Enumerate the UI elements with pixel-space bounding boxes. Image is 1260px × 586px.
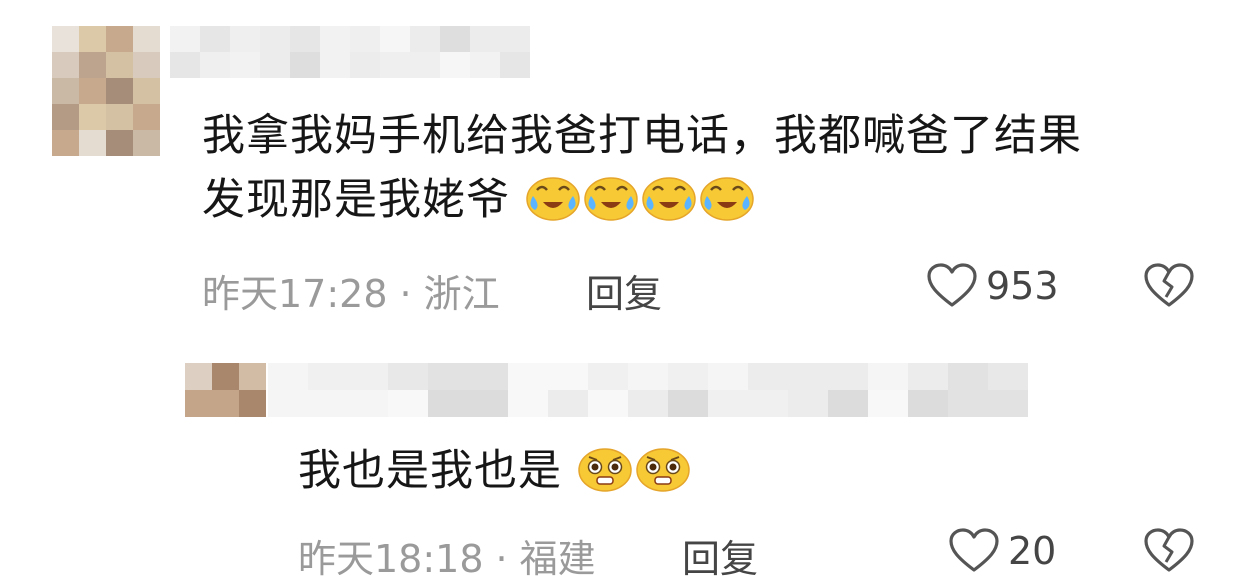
dislike-button[interactable] (1143, 528, 1195, 578)
avatar[interactable] (185, 363, 266, 417)
comment-location: 福建 (519, 537, 596, 581)
comment-time: 昨天18:18 (298, 537, 484, 581)
reply-button[interactable]: 回复 (586, 263, 662, 318)
emoji-group (510, 175, 757, 225)
crying-laughing-emoji-icon (583, 177, 638, 221)
username[interactable] (268, 363, 1028, 417)
like-button[interactable]: 953 (926, 263, 1059, 309)
comment-location: 浙江 (423, 272, 500, 316)
pleading-emoji-icon (635, 448, 690, 492)
username[interactable] (170, 26, 530, 78)
broken-heart-icon (1144, 263, 1194, 307)
comment-text-line: 我拿我妈手机给我爸打电话，我都喊爸了结果 (202, 111, 1082, 161)
like-count: 20 (1008, 529, 1057, 573)
crying-laughing-emoji-icon (641, 177, 696, 221)
comment-text-line: 发现那是我姥爷 (202, 175, 510, 225)
comment-item: 我拿我妈手机给我爸打电话，我都喊爸了结果 发现那是我姥爷 昨天17:28 · 浙… (0, 0, 1260, 330)
broken-heart-icon (1144, 528, 1194, 572)
heart-icon (927, 263, 977, 307)
like-button[interactable]: 20 (948, 528, 1056, 574)
comment-text: 我也是我也是 (298, 439, 693, 503)
emoji-group (562, 446, 693, 496)
like-count: 953 (986, 264, 1059, 308)
meta-separator: · (399, 272, 412, 316)
comment-text-line: 我也是我也是 (298, 446, 562, 496)
dislike-button[interactable] (1143, 263, 1195, 313)
comment-text: 我拿我妈手机给我爸打电话，我都喊爸了结果 发现那是我姥爷 (202, 104, 1082, 232)
pleading-emoji-icon (577, 448, 632, 492)
heart-icon (949, 528, 999, 572)
comment-time: 昨天17:28 (202, 272, 388, 316)
comment-meta: 昨天18:18 · 福建 (298, 528, 596, 583)
crying-laughing-emoji-icon (699, 177, 754, 221)
avatar[interactable] (52, 26, 160, 156)
reply-button[interactable]: 回复 (682, 528, 758, 583)
meta-separator: · (495, 537, 508, 581)
comment-meta: 昨天17:28 · 浙江 (202, 263, 500, 318)
crying-laughing-emoji-icon (525, 177, 580, 221)
